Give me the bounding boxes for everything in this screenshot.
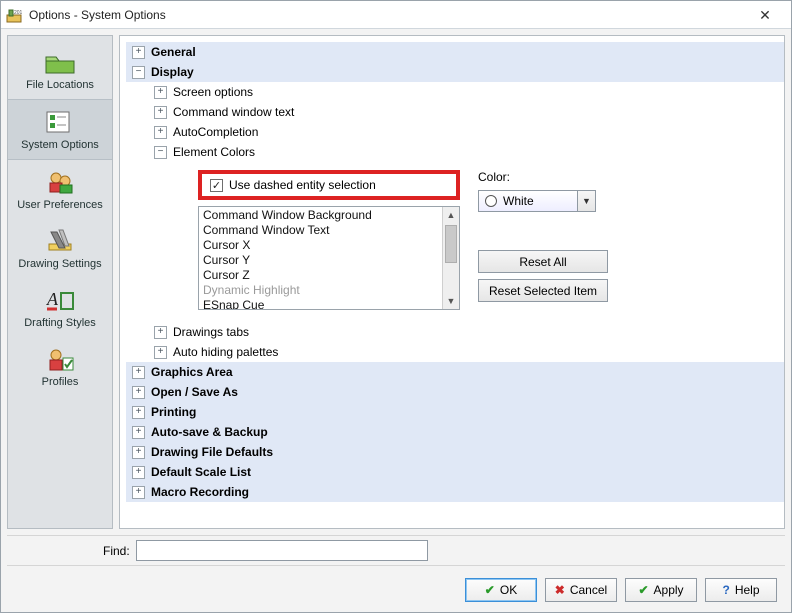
help-icon: ?	[722, 583, 729, 597]
sidebar-item-file-locations[interactable]: File Locations	[8, 40, 112, 99]
sidebar-label: System Options	[21, 139, 99, 151]
text-style-icon: A	[43, 286, 77, 314]
sidebar-label: Drafting Styles	[24, 317, 96, 329]
expand-icon[interactable]: +	[154, 126, 167, 139]
chevron-down-icon: ▼	[577, 191, 595, 211]
tree-node-display[interactable]: − Display	[126, 62, 784, 82]
scroll-thumb[interactable]	[445, 225, 457, 263]
list-item[interactable]: Cursor X	[203, 238, 442, 253]
expand-icon[interactable]: +	[132, 386, 145, 399]
color-label: Color:	[478, 170, 608, 184]
dialog-buttons: ✔ OK ✖ Cancel ✔ Apply ? Help	[7, 572, 785, 606]
expand-icon[interactable]: +	[154, 86, 167, 99]
app-icon: 2018	[5, 6, 23, 24]
sidebar-item-drafting-styles[interactable]: A Drafting Styles	[8, 278, 112, 337]
svg-text:A: A	[46, 289, 59, 309]
scroll-up-icon[interactable]: ▲	[443, 207, 459, 223]
sidebar-label: Drawing Settings	[18, 258, 101, 270]
find-row: Find:	[7, 535, 785, 566]
sidebar-label: User Preferences	[17, 199, 103, 211]
collapse-icon[interactable]: −	[132, 66, 145, 79]
tree-node-general[interactable]: + General	[126, 42, 784, 62]
tree-node-macro-recording[interactable]: + Macro Recording	[126, 482, 784, 502]
x-icon: ✖	[555, 583, 565, 597]
element-colors-list[interactable]: Command Window Background Command Window…	[198, 206, 460, 310]
profile-icon	[43, 345, 77, 373]
tree-node-element-colors[interactable]: − Element Colors	[126, 142, 784, 162]
tree-node-screen-options[interactable]: + Screen options	[126, 82, 784, 102]
sidebar-item-user-preferences[interactable]: User Preferences	[8, 160, 112, 219]
category-sidebar: File Locations System Options User Prefe…	[7, 35, 113, 529]
client-area: File Locations System Options User Prefe…	[1, 29, 791, 612]
tree-node-drawings-tabs[interactable]: + Drawings tabs	[126, 322, 784, 342]
color-value: White	[503, 194, 534, 208]
list-item[interactable]: ESnap Cue	[203, 298, 442, 309]
list-item[interactable]: Command Window Background	[203, 208, 442, 223]
list-item[interactable]: Command Window Text	[203, 223, 442, 238]
expand-icon[interactable]: +	[132, 46, 145, 59]
sidebar-item-drawing-settings[interactable]: Drawing Settings	[8, 219, 112, 278]
options-dialog: 2018 Options - System Options ✕ File Loc…	[0, 0, 792, 613]
tree-node-autosave-backup[interactable]: + Auto-save & Backup	[126, 422, 784, 442]
expand-icon[interactable]: +	[154, 106, 167, 119]
check-icon: ✔	[485, 583, 495, 597]
sidebar-item-system-options[interactable]: System Options	[8, 99, 112, 160]
tree-node-graphics-area[interactable]: + Graphics Area	[126, 362, 784, 382]
tree-node-auto-hiding-palettes[interactable]: + Auto hiding palettes	[126, 342, 784, 362]
sidebar-item-profiles[interactable]: Profiles	[8, 337, 112, 396]
expand-icon[interactable]: +	[132, 466, 145, 479]
apply-button[interactable]: ✔ Apply	[625, 578, 697, 602]
expand-icon[interactable]: +	[154, 346, 167, 359]
list-scrollbar[interactable]: ▲ ▼	[442, 207, 459, 309]
find-label: Find:	[103, 544, 130, 558]
drawing-tools-icon	[43, 227, 77, 255]
scroll-down-icon[interactable]: ▼	[443, 293, 459, 309]
collapse-icon[interactable]: −	[154, 146, 167, 159]
list-item[interactable]: Cursor Z	[203, 268, 442, 283]
ok-button[interactable]: ✔ OK	[465, 578, 537, 602]
expand-icon[interactable]: +	[132, 426, 145, 439]
list-item[interactable]: Cursor Y	[203, 253, 442, 268]
expand-icon[interactable]: +	[132, 366, 145, 379]
folder-icon	[43, 48, 77, 76]
expand-icon[interactable]: +	[132, 486, 145, 499]
tree-node-default-scale-list[interactable]: + Default Scale List	[126, 462, 784, 482]
use-dashed-checkbox[interactable]: ✓	[210, 179, 223, 192]
use-dashed-label: Use dashed entity selection	[229, 178, 376, 192]
apply-icon: ✔	[638, 583, 648, 597]
options-tree: + General − Display + Screen options + C…	[119, 35, 785, 529]
sidebar-label: Profiles	[42, 376, 79, 388]
reset-selected-button[interactable]: Reset Selected Item	[478, 279, 608, 302]
element-colors-panel: ✓ Use dashed entity selection Command Wi…	[198, 170, 784, 310]
tree-node-drawing-file-defaults[interactable]: + Drawing File Defaults	[126, 442, 784, 462]
find-input[interactable]	[136, 540, 428, 561]
users-icon	[43, 168, 77, 196]
expand-icon[interactable]: +	[132, 446, 145, 459]
svg-text:2018: 2018	[14, 10, 22, 16]
list-item[interactable]: Dynamic Highlight	[203, 283, 442, 298]
close-button[interactable]: ✕	[745, 4, 785, 26]
reset-all-button[interactable]: Reset All	[478, 250, 608, 273]
color-swatch-icon	[485, 195, 497, 207]
expand-icon[interactable]: +	[132, 406, 145, 419]
dashed-entity-highlight: ✓ Use dashed entity selection	[198, 170, 460, 200]
tree-node-open-save-as[interactable]: + Open / Save As	[126, 382, 784, 402]
cancel-button[interactable]: ✖ Cancel	[545, 578, 617, 602]
titlebar: 2018 Options - System Options ✕	[1, 1, 791, 29]
sidebar-label: File Locations	[26, 79, 94, 91]
window-title: Options - System Options	[29, 8, 745, 22]
expand-icon[interactable]: +	[154, 326, 167, 339]
help-button[interactable]: ? Help	[705, 578, 777, 602]
tree-node-command-window-text[interactable]: + Command window text	[126, 102, 784, 122]
tree-node-printing[interactable]: + Printing	[126, 402, 784, 422]
tree-node-autocompletion[interactable]: + AutoCompletion	[126, 122, 784, 142]
checklist-icon	[43, 108, 77, 136]
color-dropdown[interactable]: White ▼	[478, 190, 596, 212]
